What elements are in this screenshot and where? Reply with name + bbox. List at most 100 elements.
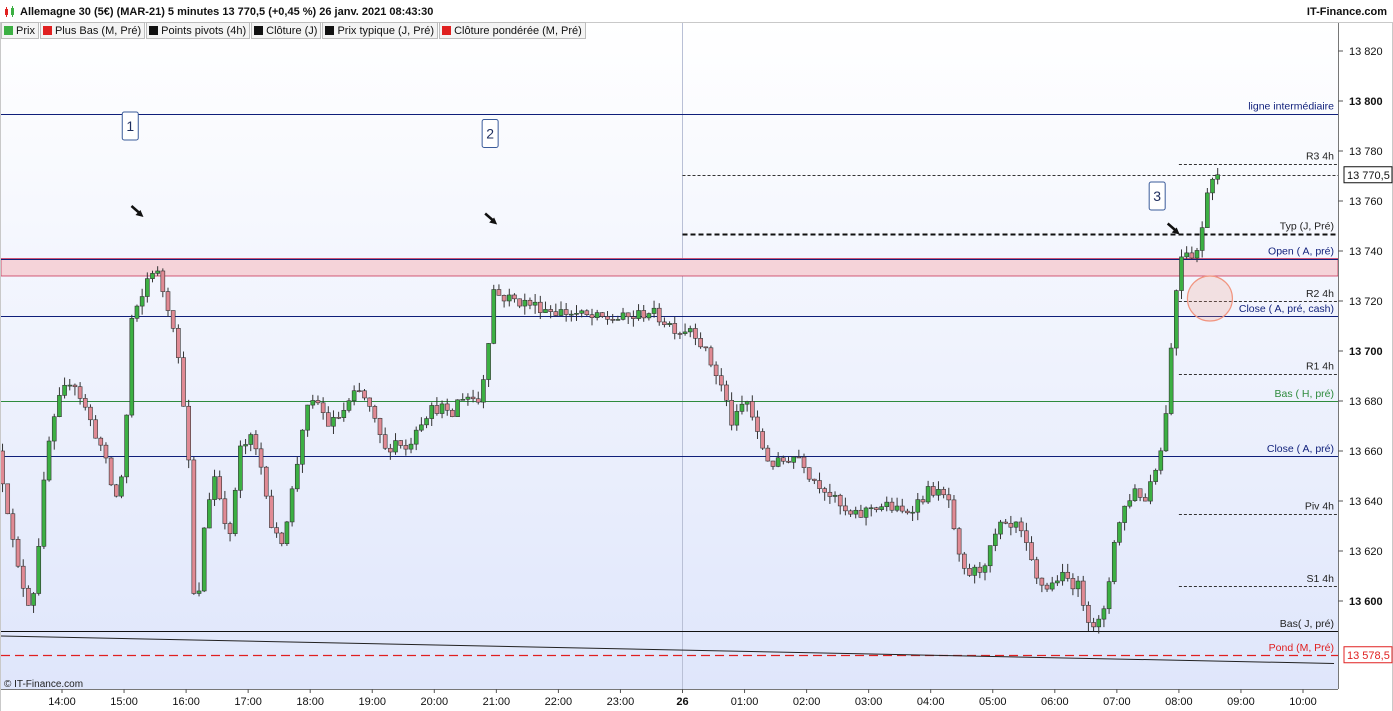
candle-body — [589, 314, 595, 318]
x-tick-label-16: 06:00 — [1041, 696, 1069, 708]
candle-body — [817, 480, 822, 489]
x-tick-label-12: 02:00 — [793, 696, 821, 708]
legend-item-0[interactable]: Prix — [1, 22, 39, 39]
candle-body — [1127, 500, 1133, 507]
legend-item-4[interactable]: Prix typique (J, Pré) — [322, 22, 439, 39]
candle — [176, 324, 181, 364]
candle-body — [843, 505, 848, 512]
candle — [1174, 289, 1179, 356]
candle-body — [1029, 542, 1034, 561]
candle-body — [1215, 174, 1220, 180]
candle-body — [584, 310, 590, 316]
candle-body — [41, 479, 47, 547]
x-tick-label-3: 17:00 — [234, 696, 262, 708]
candle-body — [827, 491, 833, 497]
candle-body — [274, 527, 279, 534]
candle-body — [656, 307, 662, 323]
candle-body — [1189, 252, 1195, 259]
candle-body — [315, 400, 321, 404]
candle-body — [982, 565, 988, 573]
candle-body — [693, 328, 698, 339]
candle-body — [134, 305, 140, 319]
candle-body — [786, 460, 791, 463]
legend-item-5[interactable]: Clôture pondérée (M, Pré) — [439, 22, 586, 39]
candle-body — [812, 478, 817, 481]
candle-body — [258, 448, 264, 468]
level-label-7: R1 4h — [1306, 361, 1334, 373]
candle-body — [372, 406, 378, 419]
candle-body — [491, 289, 497, 344]
candle-body — [956, 528, 962, 555]
price-chart[interactable]: 1 2 3 ligne intermédiaire R3 4h Typ (J, Pré) O… — [0, 0, 1393, 711]
legend-item-2[interactable]: Points pivots (4h) — [146, 22, 251, 39]
x-tick-label-5: 19:00 — [358, 696, 386, 708]
candle — [181, 351, 186, 407]
candle — [1205, 188, 1210, 228]
candle-body — [1065, 571, 1071, 579]
candle-body — [951, 499, 957, 530]
candle-body — [1210, 178, 1215, 194]
candle-body — [739, 403, 745, 412]
candle-body — [486, 343, 491, 380]
candle-body — [884, 501, 890, 507]
candle-body — [579, 310, 584, 314]
y-tick-label-8: 13 660 — [1349, 446, 1383, 458]
candle-body — [113, 484, 119, 497]
candle-body — [641, 310, 647, 319]
candle-body — [936, 489, 941, 496]
candle-body — [889, 501, 895, 511]
candle-body — [72, 384, 78, 388]
legend-item-3[interactable]: Clôture (J) — [251, 22, 322, 39]
candle-body — [1132, 488, 1138, 502]
candle-body — [434, 405, 440, 414]
candle-body — [82, 398, 88, 408]
candle-body — [393, 440, 398, 453]
x-tick-label-15: 05:00 — [979, 696, 1007, 708]
candle-body — [600, 312, 605, 317]
candle-body — [403, 445, 409, 450]
candle-body — [796, 456, 802, 459]
candle-body — [1142, 497, 1148, 502]
candle-body — [269, 495, 274, 528]
candle-body — [646, 313, 652, 319]
candle — [108, 457, 114, 487]
candle — [1117, 521, 1122, 546]
candle-body — [532, 301, 538, 306]
candle — [232, 487, 238, 537]
candle-body — [517, 298, 522, 307]
y-tick-label-11: 13 600 — [1349, 596, 1383, 608]
level-label-11: S1 4h — [1307, 573, 1335, 585]
candle-body — [1101, 608, 1107, 620]
candle-body — [899, 505, 905, 512]
candle-body — [750, 401, 755, 418]
candle — [284, 520, 290, 546]
candle-body — [553, 311, 559, 316]
candle-body — [408, 443, 414, 450]
candle-body — [729, 400, 734, 426]
candle-body — [682, 331, 688, 334]
candle-body — [227, 523, 233, 534]
candle-body — [941, 489, 946, 496]
candle — [5, 483, 11, 515]
candle-body — [26, 587, 31, 606]
candle-body — [150, 273, 155, 279]
candle-body — [398, 440, 403, 446]
candle-body — [310, 400, 316, 406]
legend-item-1[interactable]: Plus Bas (M, Pré) — [39, 22, 146, 39]
candle-body — [1039, 577, 1045, 586]
candle-body — [755, 416, 760, 432]
brand-name: IT-Finance.com — [1306, 6, 1387, 18]
candle-body — [284, 521, 290, 545]
candle-body — [894, 505, 900, 511]
candle-body — [905, 510, 910, 514]
annotation-label: 2 — [486, 126, 494, 142]
chart-title: Allemagne 30 (5€) (MAR-21) 5 minutes 13 … — [20, 6, 434, 18]
legend-swatch-icon — [149, 26, 159, 35]
candle — [15, 536, 21, 568]
y-tick-label-3: 13 760 — [1349, 196, 1383, 208]
x-tick-label-8: 22:00 — [545, 696, 573, 708]
candle-body — [744, 401, 750, 405]
candle — [760, 428, 765, 451]
candle-body — [832, 494, 838, 497]
candle-body — [1158, 450, 1164, 471]
